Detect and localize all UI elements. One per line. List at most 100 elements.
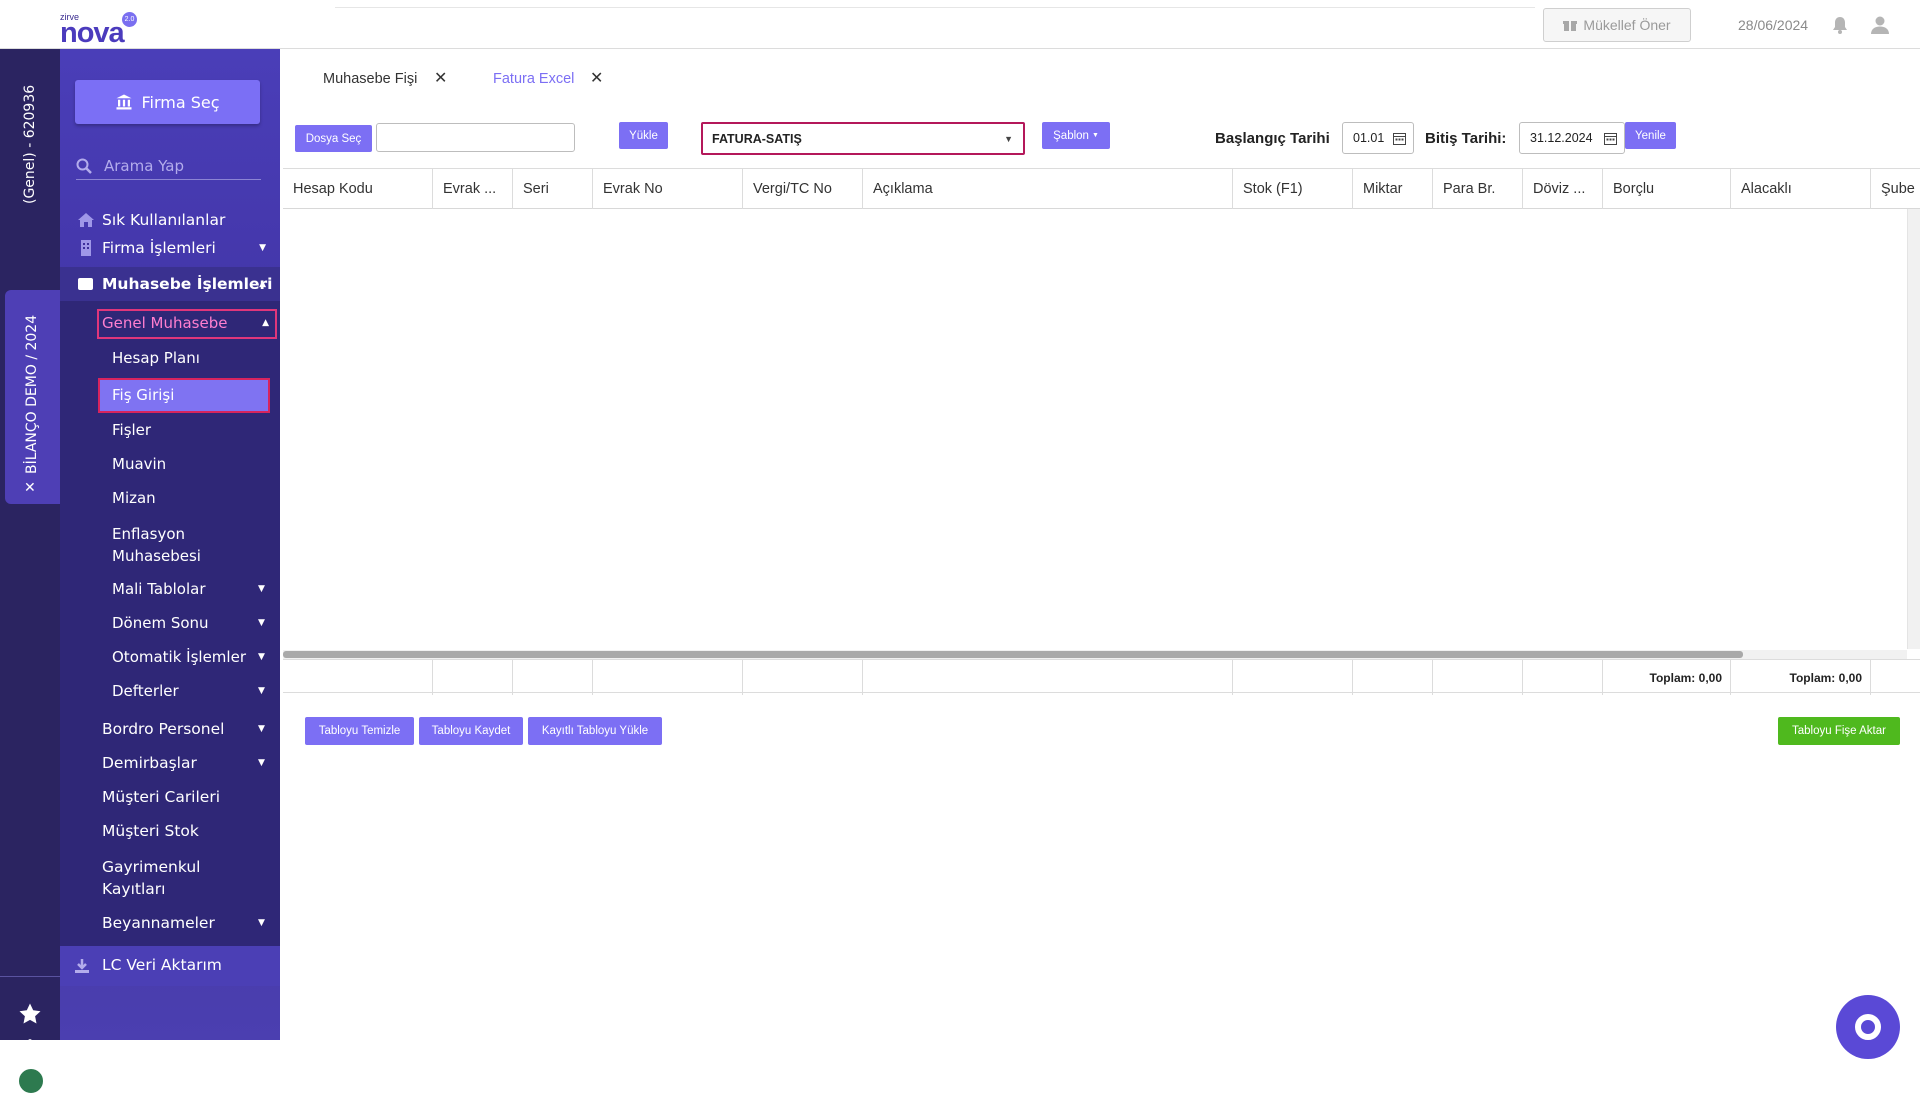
sidebar-item-demirbaslar[interactable]: Demirbaşlar [102, 754, 322, 772]
sidebar-item-label: Genel Muhasebe [102, 314, 228, 332]
sidebar-item-label: Muhasebe İşlemleri [102, 275, 273, 293]
file-input[interactable] [376, 123, 575, 152]
wallet-icon [78, 278, 93, 290]
sidebar-search[interactable]: Arama Yap [76, 152, 261, 180]
sidebar-item-muhasebe[interactable]: Muhasebe İşlemleri ▲ [60, 267, 280, 301]
total-borclu: Toplam: 0,00 [1603, 660, 1731, 695]
current-date: 28/06/2024 [1738, 17, 1809, 33]
calendar-icon[interactable] [1604, 132, 1617, 145]
logo-main-text: nova [60, 17, 125, 49]
logo-badge: 2.0 [122, 12, 137, 27]
sidebar-item-gayrimenkul[interactable]: Gayrimenkul Kayıtları [102, 856, 222, 900]
vertical-scrollbar[interactable] [1907, 209, 1920, 649]
sidebar-item-firma[interactable]: Firma İşlemleri ▼ [60, 234, 280, 262]
bank-icon[interactable] [18, 1037, 42, 1061]
footer-cell [743, 660, 863, 695]
calendar-icon[interactable] [1393, 132, 1406, 145]
chevron-down-icon: ▼ [258, 618, 265, 628]
firma-sec-label: Firma Seç [141, 92, 220, 112]
tabloyu-fise-aktar-button[interactable]: Tabloyu Fişe Aktar [1778, 717, 1900, 745]
company-tab[interactable]: BİLANÇO DEMO / 2024 ✕ [5, 290, 60, 504]
account-bar: (Genel) - 620936 BİLANÇO DEMO / 2024 ✕ [0, 49, 60, 1095]
mukellef-oner-button[interactable]: Mükellef Öner [1543, 8, 1691, 42]
sidebar-item-lc-veri[interactable]: LC Veri Aktarım [60, 946, 280, 986]
col-evrak-no[interactable]: Evrak No [593, 169, 743, 209]
col-seri[interactable]: Seri [513, 169, 593, 209]
col-miktar[interactable]: Miktar [1353, 169, 1433, 209]
grid-header: Hesap Kodu Evrak ... Seri Evrak No Vergi… [283, 169, 1920, 209]
col-sube[interactable]: Şube [1871, 169, 1920, 209]
sidebar-item-fis-girisi[interactable]: Fiş Girişi [98, 378, 270, 413]
baslangic-date-value: 01.01 [1353, 131, 1385, 145]
col-doviz[interactable]: Döviz ... [1523, 169, 1603, 209]
kayitli-tabloyu-yukle-button[interactable]: Kayıtlı Tabloyu Yükle [528, 717, 662, 745]
chevron-down-icon: ▼ [258, 584, 265, 594]
footer-cell [1433, 660, 1523, 695]
tabloyu-kaydet-button[interactable]: Tabloyu Kaydet [419, 717, 523, 745]
sidebar-item-enflasyon[interactable]: Enflasyon Muhasebesi [112, 523, 232, 567]
gift-icon [1563, 21, 1578, 31]
sidebar-item-bordro[interactable]: Bordro Personel [102, 720, 322, 738]
divider [0, 976, 60, 977]
col-evrak-tipi[interactable]: Evrak ... [433, 169, 513, 209]
dosya-sec-button[interactable]: Dosya Seç [295, 125, 372, 152]
template-select[interactable]: FATURA-SATIŞ ▼ [701, 122, 1025, 155]
star-icon[interactable] [18, 1002, 42, 1026]
bank-icon [116, 94, 132, 110]
chevron-down-icon: ▼ [258, 758, 265, 768]
home-icon [78, 213, 94, 227]
mukellef-oner-label: Mükellef Öner [1583, 17, 1671, 33]
col-borclu[interactable]: Borçlu [1603, 169, 1731, 209]
col-para-birimi[interactable]: Para Br. [1433, 169, 1523, 209]
footer-cell [513, 660, 593, 695]
data-grid: Hesap Kodu Evrak ... Seri Evrak No Vergi… [283, 168, 1920, 695]
sidebar-item-beyannameler[interactable]: Beyannameler [102, 914, 322, 932]
app-logo[interactable]: zirve nova 2.0 [60, 10, 140, 49]
footer-cell [1233, 660, 1353, 695]
sidebar-item-musteri-stok[interactable]: Müşteri Stok [102, 822, 322, 840]
close-icon[interactable]: ✕ [434, 68, 447, 87]
tab-muhasebe-fisi[interactable]: Muhasebe Fişi [323, 71, 417, 87]
col-stok[interactable]: Stok (F1) [1233, 169, 1353, 209]
close-icon[interactable]: ✕ [590, 68, 603, 87]
tab-fatura-excel[interactable]: Fatura Excel [493, 71, 574, 87]
download-icon [75, 959, 89, 973]
bitis-date-value: 31.12.2024 [1530, 131, 1593, 145]
sidebar-item-label: LC Veri Aktarım [102, 956, 222, 974]
bitis-label: Bitiş Tarihi: [1425, 130, 1507, 147]
yukle-button[interactable]: Yükle [619, 122, 668, 149]
footer-cell [433, 660, 513, 695]
bell-icon[interactable] [1830, 15, 1850, 35]
chevron-down-icon: ▼ [259, 243, 266, 253]
bitis-date-input[interactable]: 31.12.2024 [1519, 122, 1625, 154]
col-vergi-no[interactable]: Vergi/TC No [743, 169, 863, 209]
chevron-down-icon: ▼ [258, 686, 265, 696]
col-hesap-kodu[interactable]: Hesap Kodu [283, 169, 433, 209]
user-icon[interactable] [1869, 14, 1891, 36]
baslangic-label: Başlangıç Tarihi [1215, 130, 1330, 147]
sidebar-item-musteri-carileri[interactable]: Müşteri Carileri [102, 788, 322, 806]
sablon-button[interactable]: Şablon ▼ [1042, 122, 1110, 149]
sidebar-item-favorites[interactable]: Sık Kullanılanlar [60, 206, 280, 234]
building-icon [81, 240, 91, 256]
chevron-down-icon: ▼ [258, 724, 265, 734]
chat-icon[interactable] [1836, 995, 1900, 1059]
caret-down-icon: ▼ [1091, 132, 1099, 139]
firma-sec-button[interactable]: Firma Seç [75, 80, 260, 124]
tabloyu-temizle-button[interactable]: Tabloyu Temizle [305, 717, 414, 745]
company-tab-label: BİLANÇO DEMO / 2024 [24, 314, 40, 474]
col-alacakli[interactable]: Alacaklı [1731, 169, 1871, 209]
sidebar: Firma Seç Arama Yap Sık Kullanılanlar Fi… [60, 49, 280, 1040]
chevron-down-icon: ▼ [258, 652, 265, 662]
horizontal-scrollbar[interactable] [283, 651, 1743, 658]
col-aciklama[interactable]: Açıklama [863, 169, 1233, 209]
yenile-button[interactable]: Yenile [1625, 122, 1676, 149]
chevron-up-icon: ▲ [259, 279, 266, 289]
sablon-label: Şablon [1053, 129, 1089, 142]
status-icon[interactable] [17, 1067, 45, 1095]
baslangic-date-input[interactable]: 01.01 [1342, 122, 1414, 154]
close-icon[interactable]: ✕ [24, 480, 36, 496]
footer-cell [863, 660, 1233, 695]
sidebar-item-genel-muhasebe[interactable]: Genel Muhasebe ▲ [97, 309, 277, 339]
grid-footer: Toplam: 0,00 Toplam: 0,00 [283, 659, 1920, 695]
